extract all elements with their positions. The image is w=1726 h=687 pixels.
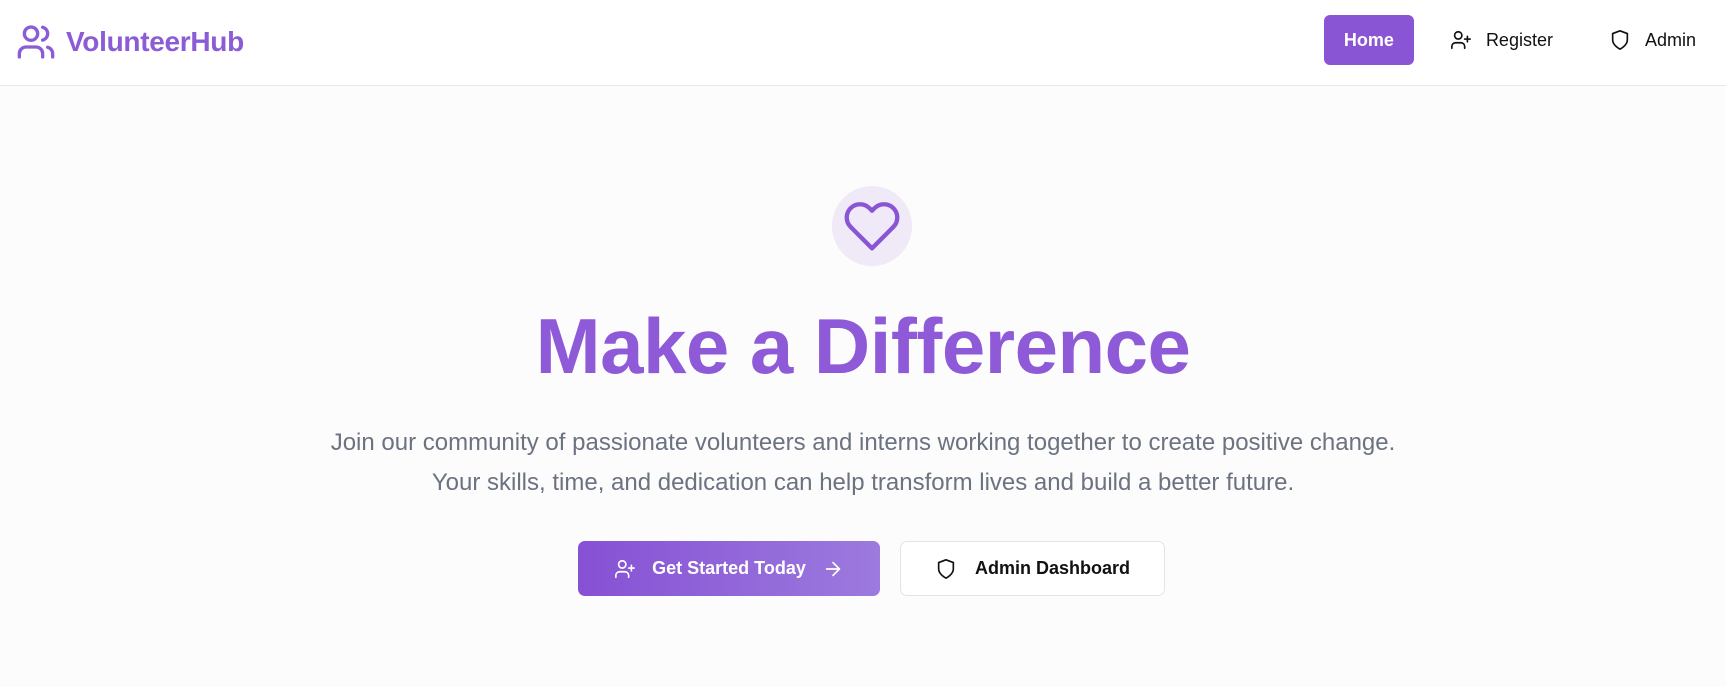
hero-title: Make a Difference <box>535 302 1191 390</box>
nav-home-button[interactable]: Home <box>1323 15 1414 65</box>
shield-icon <box>1609 29 1631 51</box>
hero-subtitle: Join our community of passionate volunte… <box>0 423 1726 503</box>
user-plus-icon <box>1450 29 1472 51</box>
hero-icon-circle <box>832 186 912 266</box>
nav-register-label: Register <box>1485 29 1553 50</box>
nav-register-button[interactable]: Register <box>1430 15 1573 65</box>
nav-admin-label: Admin <box>1644 29 1696 50</box>
admin-dashboard-label: Admin Dashboard <box>974 558 1130 578</box>
get-started-label: Get Started Today <box>652 558 806 578</box>
brand-logo-link[interactable]: VolunteerHub <box>16 20 244 64</box>
admin-dashboard-button[interactable]: Admin Dashboard <box>900 541 1165 596</box>
hero-subtitle-line-2: Your skills, time, and dedication can he… <box>431 469 1295 496</box>
nav-admin-button[interactable]: Admin <box>1589 15 1716 65</box>
arrow-right-icon <box>822 558 844 580</box>
users-icon <box>16 22 56 62</box>
user-plus-icon <box>614 558 636 580</box>
get-started-button[interactable]: Get Started Today <box>578 541 880 596</box>
main-nav: Home Register Admin <box>1323 15 1716 65</box>
heart-icon <box>843 197 901 255</box>
nav-home-label: Home <box>1343 29 1394 50</box>
hero-subtitle-line-1: Join our community of passionate volunte… <box>330 429 1396 456</box>
brand-name: VolunteerHub <box>66 26 244 57</box>
shield-icon <box>935 558 957 580</box>
top-navbar: VolunteerHub Home Register Admin <box>0 0 1726 86</box>
